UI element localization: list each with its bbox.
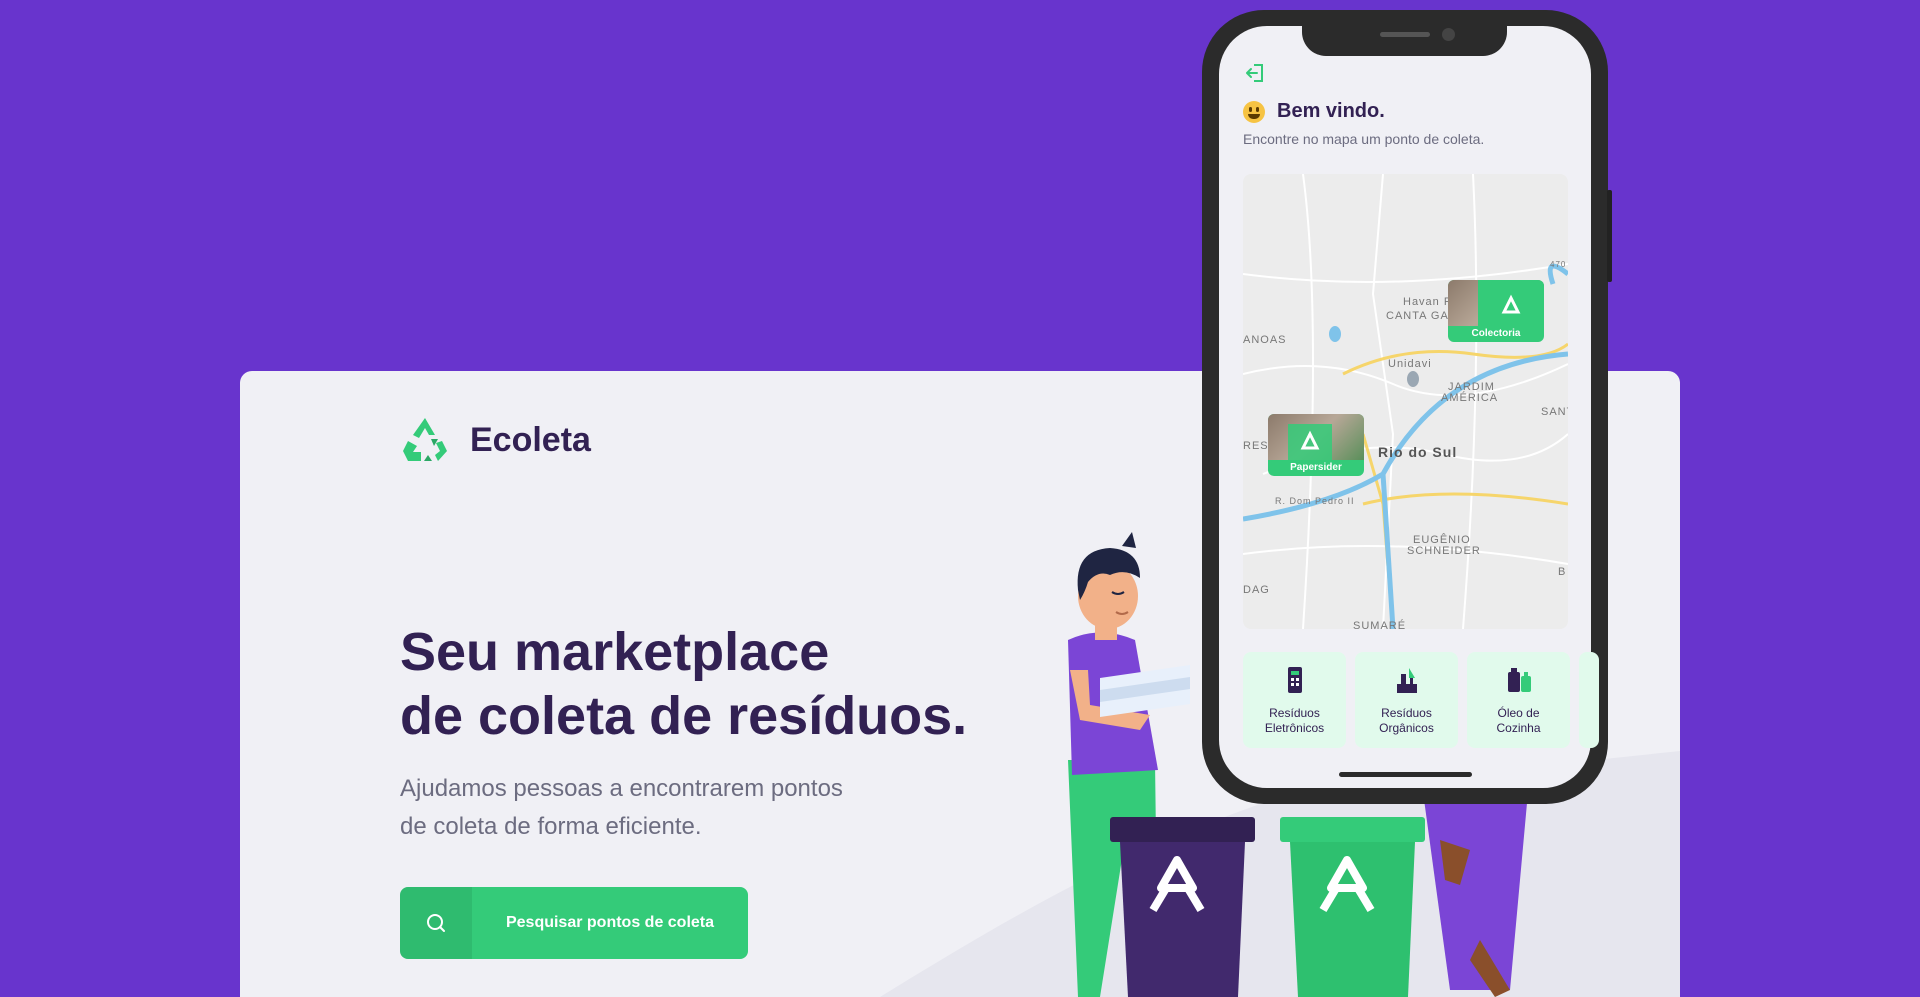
phone-speaker: [1380, 32, 1430, 37]
map-label-city: Rio do Sul: [1378, 444, 1458, 460]
marker-image: [1448, 280, 1544, 326]
home-indicator: [1339, 772, 1472, 777]
map-view[interactable]: Havan Ri CANTA GA ANOAS Unidavi JARDIM A…: [1243, 174, 1568, 629]
map-label: Unidavi: [1388, 358, 1432, 370]
phone-side-button: [1607, 190, 1612, 282]
item-label-line: Cozinha: [1496, 721, 1541, 735]
search-collection-points-button[interactable]: Pesquisar pontos de coleta: [400, 887, 748, 959]
marker-label: Colectoria: [1471, 328, 1521, 339]
compost-icon: [1396, 668, 1417, 693]
brand-name: Ecoleta: [470, 420, 591, 459]
item-label-line: Eletrônicos: [1264, 721, 1325, 735]
page-title: Seu marketplace de coleta de resíduos.: [400, 620, 1040, 748]
purple-recycle-bin: [1110, 817, 1255, 997]
map-label: SCHNEIDER: [1407, 545, 1481, 557]
item-oleo-de-cozinha[interactable]: Óleo de Cozinha: [1467, 652, 1570, 748]
item-label-line: Resíduos: [1269, 706, 1320, 720]
map-label: AMÉRICA: [1441, 392, 1499, 404]
headline-line-2: de coleta de resíduos.: [400, 686, 968, 746]
map-label: CANTA GA: [1386, 310, 1449, 322]
map-label: ANOAS: [1243, 334, 1287, 346]
item-residuos-eletronicos[interactable]: Resíduos Eletrônicos: [1243, 652, 1346, 748]
oil-bottle-icon: [1507, 668, 1531, 692]
item-label: Óleo de Cozinha: [1496, 706, 1540, 736]
green-recycle-bin: [1280, 817, 1425, 997]
map-label: B: [1558, 566, 1567, 578]
welcome-title: Bem vindo.: [1277, 100, 1385, 122]
item-label-line: Orgânicos: [1379, 721, 1434, 735]
welcome-subtitle: Encontre no mapa um ponto de coleta.: [1243, 131, 1485, 147]
logout-icon[interactable]: [1244, 62, 1266, 84]
cta-icon-box: [400, 887, 472, 959]
map-roads: [1243, 174, 1568, 629]
smile-emoji-icon: [1243, 100, 1265, 123]
map-label: SANT: [1541, 406, 1568, 418]
recycle-icon: [1478, 280, 1544, 326]
items-list: Resíduos Eletrônicos Resíduos Orgânicos …: [1243, 652, 1599, 748]
marker-label: Papersider: [1290, 462, 1342, 473]
map-marker-colectoria[interactable]: Colectoria: [1448, 280, 1544, 342]
map-label: SUMARÉ: [1353, 620, 1407, 629]
map-label: 470: [1550, 260, 1567, 269]
item-residuos-organicos[interactable]: Resíduos Orgânicos: [1355, 652, 1458, 748]
headline-line-1: Seu marketplace: [400, 622, 830, 682]
map-marker-papersider[interactable]: Papersider: [1268, 414, 1364, 476]
subtitle-line-2: de coleta de forma eficiente.: [400, 813, 702, 840]
item-label-line: Óleo de: [1497, 706, 1540, 720]
recycle-icon: [1288, 424, 1332, 460]
cta-label: Pesquisar pontos de coleta: [505, 914, 715, 931]
battery-icon: [1287, 667, 1302, 693]
phone-notch: [1302, 10, 1507, 56]
phone-camera: [1442, 28, 1455, 41]
subtitle-line-1: Ajudamos pessoas a encontrarem pontos: [400, 775, 843, 802]
marker-image: [1268, 414, 1364, 460]
item-partial[interactable]: [1579, 652, 1599, 748]
item-label: Resíduos Eletrônicos: [1265, 706, 1324, 736]
welcome-header: Bem vindo.: [1243, 100, 1385, 123]
map-label: R. Dom Pedro II: [1275, 496, 1355, 506]
logo[interactable]: Ecoleta: [400, 415, 591, 465]
recycle-logo-icon: [403, 418, 447, 461]
map-label: DAG: [1243, 584, 1270, 596]
item-label-line: Resíduos: [1381, 706, 1432, 720]
search-icon: [427, 914, 445, 932]
woman-figure: [1420, 770, 1530, 997]
page-subtitle: Ajudamos pessoas a encontrarem pontos de…: [400, 770, 920, 846]
item-label: Resíduos Orgânicos: [1379, 706, 1434, 736]
